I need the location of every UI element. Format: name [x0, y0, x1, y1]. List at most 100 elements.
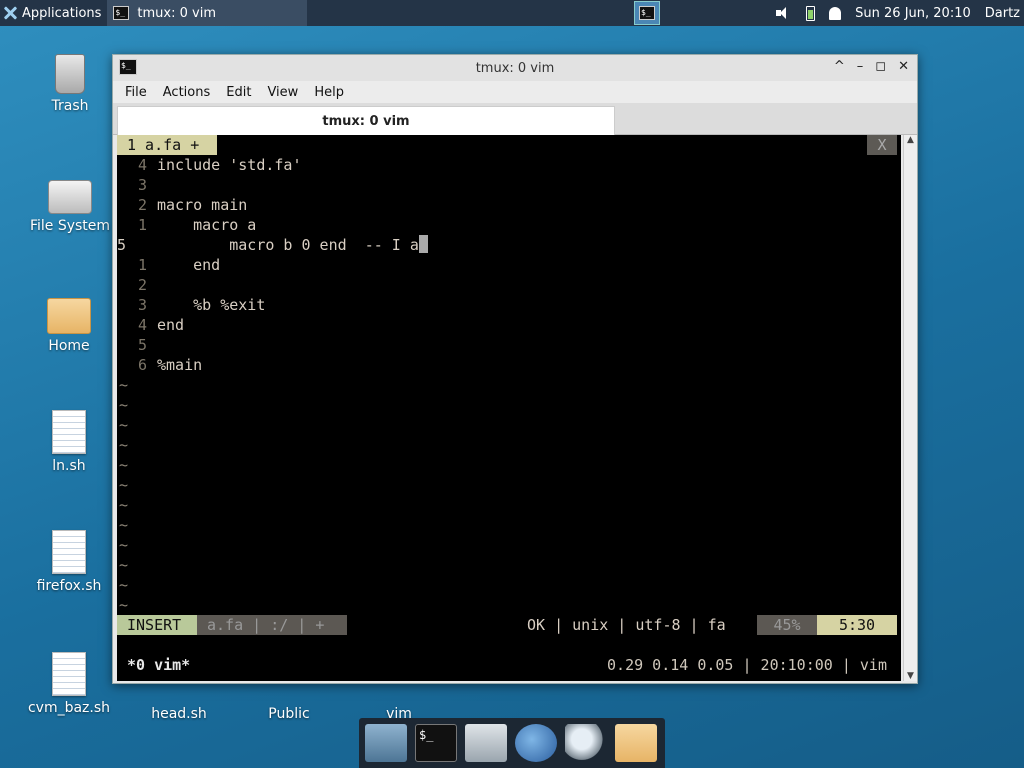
vim-file-info: a.fa | :/ | + [197, 615, 347, 635]
scroll-up-arrow[interactable]: ▲ [904, 135, 917, 145]
menu-file[interactable]: File [125, 85, 147, 100]
desktop-icon-label: cvm_baz.sh [27, 700, 111, 716]
vim-line[interactable]: 3 [117, 175, 901, 195]
vim-line[interactable]: 5 macro b 0 end -- I a [117, 235, 901, 255]
tmux-status-right: 0.29 0.14 0.05 | 20:10:00 | vim [607, 656, 887, 674]
close-button[interactable]: ✕ [898, 59, 909, 74]
vim-empty-line-tilde: ~ [119, 376, 129, 394]
desktop-icon-ln-sh[interactable]: ln.sh [24, 410, 114, 474]
desktop-icon-vim[interactable]: vim [354, 688, 444, 722]
terminal-area[interactable]: 1 a.fa + X 4 include 'std.fa' 3 2 macro main… [117, 135, 901, 681]
script-icon [52, 410, 86, 454]
window-title: tmux: 0 vim [475, 60, 555, 76]
top-panel: Applications $_ tmux: 0 vim $_ Sun 26 Ju… [0, 0, 1024, 26]
desktop-icon-file-system[interactable]: File System [25, 180, 115, 234]
menu-actions[interactable]: Actions [163, 85, 211, 100]
vim-line[interactable]: 5 [117, 335, 901, 355]
taskbar-window-button[interactable]: $_ tmux: 0 vim [107, 0, 308, 26]
vim-tab[interactable]: 1 a.fa + [117, 135, 217, 155]
vim-tab-close[interactable]: X [867, 135, 897, 155]
app-finder-icon[interactable] [565, 724, 607, 762]
taskbar-window-title: tmux: 0 vim [137, 5, 216, 21]
menu-bar: File Actions Edit View Help [113, 81, 917, 103]
menu-help[interactable]: Help [314, 85, 344, 100]
desktop-icon-home[interactable]: Home [24, 298, 114, 354]
terminal-tab-bar: tmux: 0 vim [113, 103, 917, 135]
desktop-icon-label: File System [29, 218, 111, 234]
volume-icon[interactable] [776, 7, 792, 19]
terminal-launcher-icon[interactable]: $_ [415, 724, 457, 762]
desktop-icon-trash[interactable]: Trash [25, 54, 115, 114]
line-number: 3 [137, 176, 147, 194]
scroll-down-arrow[interactable]: ▼ [904, 671, 917, 681]
vim-cursor-position: 5:30 [817, 615, 897, 635]
system-tray: Sun 26 Jun, 20:10 Dartz [776, 0, 1020, 26]
script-icon [52, 652, 86, 696]
desktop-icon-label: head.sh [151, 706, 207, 722]
vim-line[interactable]: 2 [117, 275, 901, 295]
vim-line[interactable]: 2 macro main [117, 195, 901, 215]
vim-line[interactable]: 4 end [117, 315, 901, 335]
line-text: %main [157, 356, 203, 374]
desktop-icon-label: Public [268, 706, 310, 722]
notification-bell-icon[interactable] [829, 6, 842, 20]
terminal-tab[interactable]: tmux: 0 vim [117, 106, 615, 135]
user-name[interactable]: Dartz [985, 6, 1020, 21]
desktop-icon-cvm-baz-sh[interactable]: cvm_baz.sh [24, 652, 114, 716]
desktop-icon-firefox-sh[interactable]: firefox.sh [24, 530, 114, 594]
vim-empty-line-tilde: ~ [119, 436, 129, 454]
file-manager-icon[interactable] [465, 724, 507, 762]
vim-mode: INSERT [117, 615, 197, 635]
desktop-icon-head-sh[interactable]: head.sh [134, 688, 224, 722]
terminal-scrollbar[interactable]: ▲ ▼ [903, 135, 917, 681]
line-number: 4 [137, 316, 147, 334]
drive-icon [48, 180, 92, 214]
line-number: 5 [137, 336, 147, 354]
text-cursor [418, 235, 428, 253]
line-number: 3 [137, 296, 147, 314]
vim-percent: 45% [757, 615, 817, 635]
line-number: 4 [137, 156, 147, 174]
line-number: 2 [137, 276, 147, 294]
vim-empty-line-tilde: ~ [119, 596, 129, 614]
desktop-icon-label: firefox.sh [36, 578, 102, 594]
web-browser-icon[interactable] [515, 724, 557, 762]
line-text: include 'std.fa' [157, 156, 302, 174]
minimize-button[interactable]: – [857, 59, 864, 74]
show-desktop-icon[interactable] [365, 724, 407, 762]
line-number: 6 [137, 356, 147, 374]
folder-icon[interactable] [615, 724, 657, 762]
applications-menu-button[interactable]: Applications [0, 0, 107, 26]
vim-line[interactable]: 1 macro a [117, 215, 901, 235]
vim-empty-line-tilde: ~ [119, 456, 129, 474]
desktop-icon-label: ln.sh [52, 458, 86, 474]
workspace-switcher[interactable]: $_ [634, 1, 660, 25]
shade-button[interactable]: ^ [834, 59, 845, 74]
maximize-button[interactable]: ◻ [875, 59, 886, 74]
line-number: 1 [137, 216, 147, 234]
menu-edit[interactable]: Edit [226, 85, 251, 100]
desktop-icon-label: Trash [51, 98, 89, 114]
vim-line[interactable]: 4 include 'std.fa' [117, 155, 901, 175]
vim-empty-line-tilde: ~ [119, 516, 129, 534]
dock: $_ [359, 718, 665, 768]
line-text: macro main [157, 196, 248, 214]
vim-empty-line-tilde: ~ [119, 396, 129, 414]
trash-icon [55, 54, 85, 94]
tmux-window-label[interactable]: *0 vim* [127, 655, 190, 675]
menu-view[interactable]: View [267, 85, 298, 100]
vim-empty-line-tilde: ~ [119, 476, 129, 494]
home-folder-icon [47, 298, 91, 334]
vim-line[interactable]: 3 %b %exit [117, 295, 901, 315]
vim-line[interactable]: 6 %main [117, 355, 901, 375]
vim-line[interactable]: 1 end [117, 255, 901, 275]
window-titlebar[interactable]: $_ tmux: 0 vim ^ – ◻ ✕ [113, 55, 917, 81]
vim-statusline: INSERT a.fa | :/ | + OK | unix | utf-8 |… [117, 615, 901, 635]
vim-buffer[interactable]: 4 include 'std.fa' 3 2 macro main 1 macro a5 … [117, 155, 901, 615]
line-number: 1 [137, 256, 147, 274]
battery-icon[interactable] [806, 5, 816, 21]
vim-empty-line-tilde: ~ [119, 536, 129, 554]
vim-empty-line-tilde: ~ [119, 416, 129, 434]
desktop-icon-public[interactable]: Public [244, 688, 334, 722]
clock[interactable]: Sun 26 Jun, 20:10 [855, 6, 971, 21]
